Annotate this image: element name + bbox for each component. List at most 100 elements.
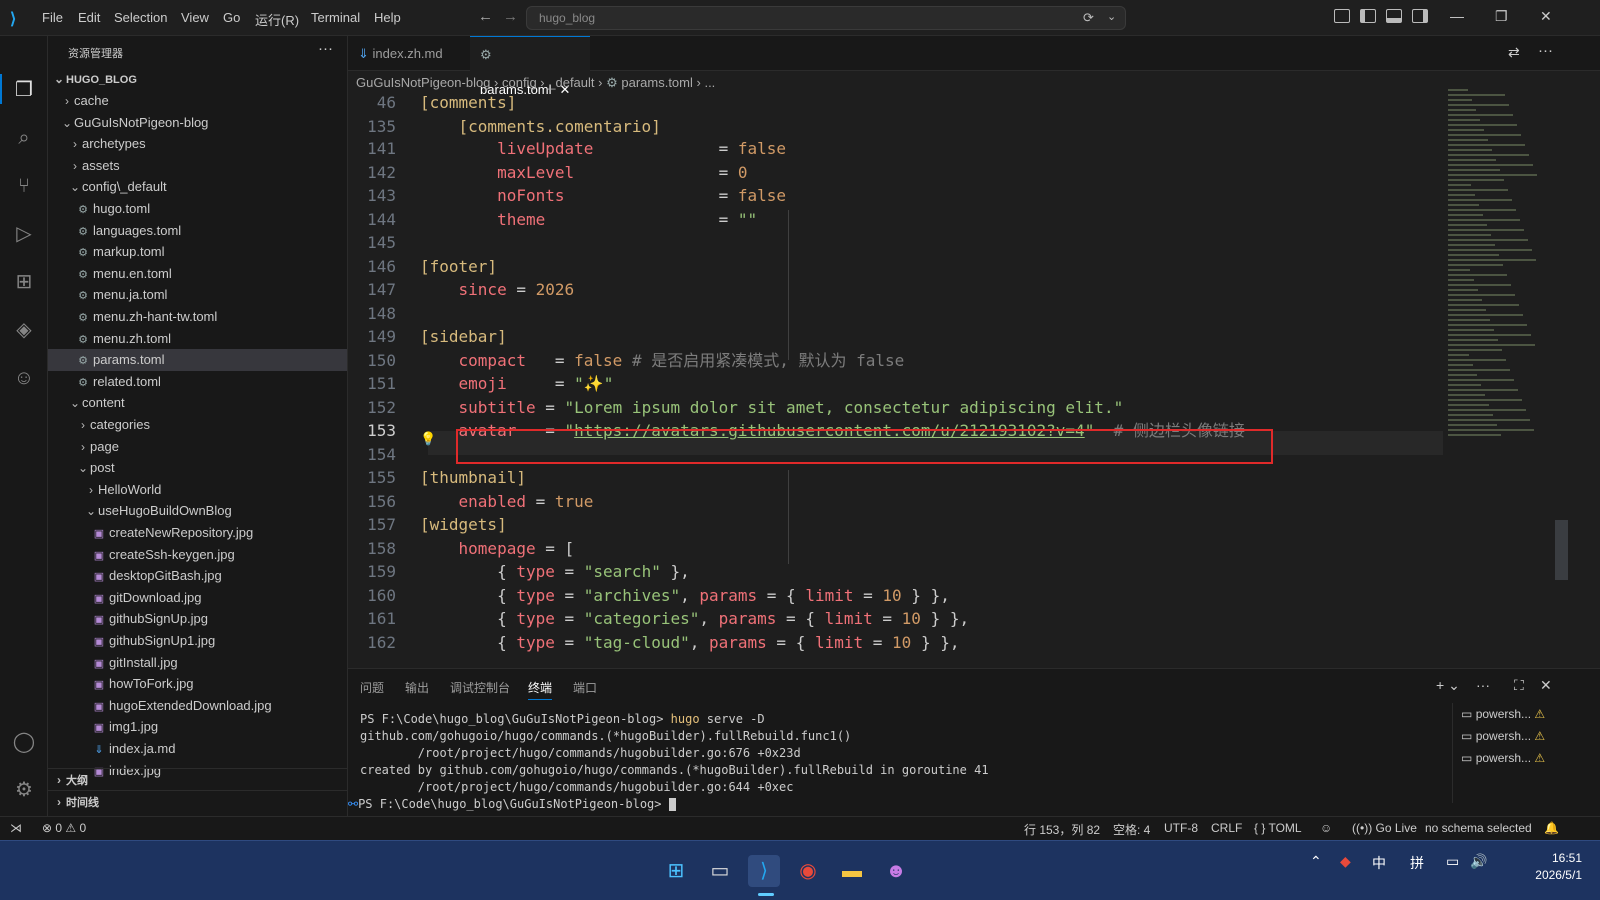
tree-item[interactable]: ▣ desktopGitBash.jpg <box>48 565 347 587</box>
code-line[interactable]: 146 [footer] <box>348 255 1548 279</box>
code-line[interactable]: 152 subtitle = "Lorem ipsum dolor sit am… <box>348 396 1548 420</box>
code-editor[interactable]: 46 [comments] 135 [comments.comentario] 1… <box>348 94 1600 668</box>
run-debug-icon[interactable]: ▷ <box>12 222 36 246</box>
editor-scrollbar[interactable] <box>1555 94 1568 668</box>
terminal-item[interactable]: ▭ powersh... ⚠ <box>1461 725 1545 747</box>
tree-item[interactable]: ▣ createNewRepository.jpg <box>48 522 347 544</box>
tree-item[interactable]: ▣ img1.jpg <box>48 716 347 738</box>
tree-item[interactable]: ⚙ menu.zh-hant-tw.toml <box>48 306 347 328</box>
tab-ports[interactable]: 端口 <box>573 679 597 696</box>
code-line[interactable]: 149 [sidebar] <box>348 325 1548 349</box>
terminal-line[interactable]: ⚯PS F:\Code\hugo_blog\GuGuIsNotPigeon-bl… <box>348 796 676 813</box>
tree-item[interactable]: ⌄ useHugoBuildOwnBlog <box>48 500 347 522</box>
code-line[interactable]: 150 compact = false # 是否启用紧凑模式, 默认为 fals… <box>348 349 1548 373</box>
tree-item[interactable]: ⚙ menu.en.toml <box>48 263 347 285</box>
more-actions-icon[interactable]: ··· <box>1538 42 1553 59</box>
problems-status[interactable]: ⊗ 0 ⚠ 0 <box>42 821 86 835</box>
copilot-status-icon[interactable]: ☺ <box>1320 821 1332 835</box>
menu-terminal[interactable]: Terminal <box>311 10 360 25</box>
menu-edit[interactable]: Edit <box>78 10 100 25</box>
breadcrumb-item[interactable]: GuGuIsNotPigeon-blog <box>356 75 490 90</box>
remote-icon[interactable]: ⋊ <box>10 821 22 835</box>
terminal-app-icon[interactable]: ▭ <box>704 855 736 887</box>
network-icon[interactable]: ▭ <box>1446 853 1459 870</box>
menu-run[interactable]: 运行(R) <box>255 10 299 29</box>
code-line[interactable]: 162 { type = "tag-cloud", params = { lim… <box>348 631 1548 655</box>
ime-mode[interactable]: 拼 <box>1410 853 1424 873</box>
menu-file[interactable]: File <box>42 10 63 25</box>
tree-item[interactable]: ⚙ markup.toml <box>48 241 347 263</box>
settings-gear-icon[interactable]: ⚙ <box>12 778 36 802</box>
sticky-line[interactable]: 135 [comments.comentario] <box>348 115 1548 139</box>
end-of-line[interactable]: CRLF <box>1211 821 1242 835</box>
tree-item[interactable]: › HelloWorld <box>48 479 347 501</box>
forward-arrow-icon[interactable]: → <box>503 8 518 25</box>
start-windows-icon[interactable]: ⊞ <box>660 855 692 887</box>
tab-index-zh-md[interactable]: ⇓ index.zh.md <box>348 36 468 71</box>
tree-item[interactable]: ▣ gitInstall.jpg <box>48 652 347 674</box>
explorer-root[interactable]: ⌄ HUGO_BLOG <box>48 68 347 90</box>
code-line[interactable]: 142 maxLevel = 0 <box>348 161 1548 185</box>
panda-icon[interactable]: ☺ <box>12 366 36 390</box>
tree-item[interactable]: › assets <box>48 155 347 177</box>
customize-layout-icon[interactable] <box>1334 9 1350 23</box>
volume-icon[interactable]: 🔊 <box>1470 853 1487 870</box>
tree-item[interactable]: ⌄ GuGuIsNotPigeon-blog <box>48 112 347 134</box>
chevron-down-icon[interactable]: ⌄ <box>1107 10 1116 23</box>
code-line[interactable]: 159 { type = "search" }, <box>348 560 1548 584</box>
ime-language[interactable]: 中 <box>1372 853 1386 873</box>
code-line[interactable]: 144 theme = "" <box>348 208 1548 232</box>
tree-item[interactable]: › categories <box>48 414 347 436</box>
terminal-item[interactable]: ▭ powersh... ⚠ <box>1461 703 1545 725</box>
account-icon[interactable]: ◯ <box>12 730 36 754</box>
code-line[interactable]: 157 [widgets] <box>348 513 1548 537</box>
tree-item[interactable]: ▣ hugoExtendedDownload.jpg <box>48 695 347 717</box>
code-line[interactable]: 148 <box>348 302 1548 326</box>
code-line[interactable]: 141 liveUpdate = false <box>348 137 1548 161</box>
copilot-icon[interactable]: ⟳ <box>1083 10 1094 26</box>
breadcrumb-item[interactable]: ... <box>704 75 715 90</box>
tree-item[interactable]: ⌄ config\_default <box>48 176 347 198</box>
menu-help[interactable]: Help <box>374 10 401 25</box>
vscode-app-icon[interactable]: ⟩ <box>748 855 780 887</box>
indentation[interactable]: 空格: 4 <box>1113 821 1150 838</box>
menu-selection[interactable]: Selection <box>114 10 167 25</box>
outline-section[interactable]: › 大纲 <box>48 768 347 790</box>
clock-date[interactable]: 2026/5/1 <box>1522 868 1582 882</box>
python-icon[interactable]: ◈ <box>12 318 36 342</box>
cat-app-icon[interactable]: ☻ <box>880 855 912 887</box>
scrollbar-thumb[interactable] <box>1555 520 1568 580</box>
schema-status[interactable]: no schema selected <box>1425 821 1532 835</box>
tree-item[interactable]: › page <box>48 436 347 458</box>
notifications-bell-icon[interactable]: 🔔 <box>1544 821 1559 835</box>
maximize-panel-icon[interactable]: ⛶ <box>1514 677 1524 694</box>
menu-view[interactable]: View <box>181 10 209 25</box>
tree-item[interactable]: ⚙ languages.toml <box>48 220 347 242</box>
toggle-secondary-sidebar-icon[interactable] <box>1412 9 1428 23</box>
code-line[interactable]: 143 noFonts = false <box>348 184 1548 208</box>
tree-item[interactable]: ⚙ menu.ja.toml <box>48 284 347 306</box>
tab-output[interactable]: 输出 <box>405 679 429 696</box>
tree-item[interactable]: ⚙ menu.zh.toml <box>48 328 347 350</box>
tree-item[interactable]: ⚙ params.toml <box>48 349 347 372</box>
toggle-primary-sidebar-icon[interactable] <box>1360 9 1376 23</box>
lightbulb-icon[interactable]: 💡 <box>420 431 436 447</box>
code-line[interactable]: 161 { type = "categories", params = { li… <box>348 607 1548 631</box>
close-panel-icon[interactable]: ✕ <box>1540 677 1552 694</box>
tree-item[interactable]: ▣ githubSignUp1.jpg <box>48 630 347 652</box>
restore-icon[interactable]: ❐ <box>1495 8 1508 25</box>
code-line[interactable]: 158 homepage = [ <box>348 537 1548 561</box>
language-mode[interactable]: { } TOML <box>1254 821 1302 835</box>
code-line[interactable]: 156 enabled = true <box>348 490 1548 514</box>
file-explorer-app-icon[interactable]: ▬ <box>836 855 868 887</box>
security-tray-icon[interactable]: ◆ <box>1340 853 1351 870</box>
back-arrow-icon[interactable]: ← <box>478 8 493 25</box>
tree-item[interactable]: ⌄ content <box>48 392 347 414</box>
chrome-app-icon[interactable]: ◉ <box>792 855 824 887</box>
toggle-panel-icon[interactable] <box>1386 9 1402 23</box>
terminal-item[interactable]: ▭ powersh... ⚠ <box>1461 747 1545 769</box>
new-terminal-icon[interactable]: + ⌄ <box>1436 677 1460 694</box>
search-icon[interactable]: ⌕ <box>12 126 36 150</box>
more-actions-icon[interactable]: ··· <box>318 40 333 57</box>
explorer-icon[interactable]: ❐ <box>12 78 36 102</box>
